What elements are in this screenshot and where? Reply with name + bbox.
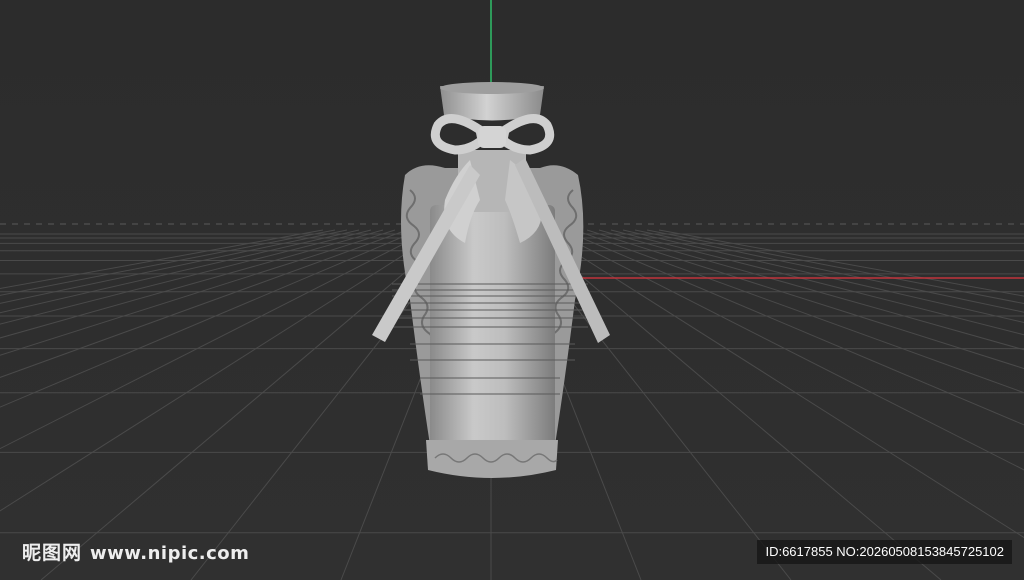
3d-viewport[interactable]: 昵图网 www.nipic.com ID:6617855 NO:202605081… xyxy=(0,0,1024,580)
viewport-canvas[interactable] xyxy=(0,0,1024,580)
watermark-logo: 昵图网 www.nipic.com xyxy=(22,538,249,565)
watermark-id: ID:6617855 NO:20260508153845725102 xyxy=(757,540,1012,564)
watermark-brand: 昵图网 xyxy=(22,542,83,564)
bottle-base xyxy=(426,440,558,478)
cap-top xyxy=(440,82,544,94)
watermark-site: www.nipic.com xyxy=(90,543,250,564)
bottle-body xyxy=(430,205,555,453)
